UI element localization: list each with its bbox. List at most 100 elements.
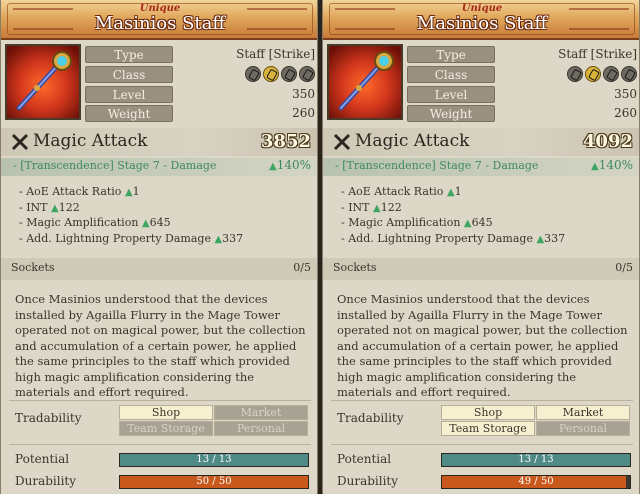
stat-weight-label: Weight [407,105,495,122]
bonus-label: - Add. Lightning Property Damage [19,231,211,245]
durability-value: 50 / 50 [196,476,232,487]
item-name: Masinios Staff [416,13,548,34]
up-arrow-icon: ▲ [446,187,455,198]
durability-label: Durability [15,474,77,488]
durability-row: Durability 49 / 50 [323,472,639,492]
potential-row: Potential 13 / 13 [1,450,317,470]
sword-class-icon [567,66,583,82]
stat-level-row: Level 350 [85,86,315,104]
trade-team-storage: Team Storage [119,421,213,436]
stat-level-value: 350 [292,87,315,101]
up-arrow-icon: ▲ [141,218,150,229]
stat-class-row: Class [407,66,637,84]
class-icons [243,66,315,84]
stat-weight-value: 260 [614,106,637,120]
divider [9,444,311,445]
magic-attack-label: Magic Attack [33,131,148,151]
up-arrow-icon: ▲ [51,202,59,214]
trade-market: Market [536,405,630,420]
transcendence-value-text: 140% [276,158,311,172]
item-name: Masinios Staff [94,13,226,34]
bonus-label: - INT [19,200,48,214]
bonus-item: - Add. Lightning Property Damage ▲337 [19,231,309,247]
bonus-value: 1 [132,185,140,198]
trade-shop: Shop [119,405,213,420]
tradability-grid: Shop Market Team Storage Personal [441,405,631,437]
bonus-value: 337 [544,231,566,245]
stat-type-value: Staff [Strike] [558,47,637,61]
transcendence-row: - [Transcendence] Stage 7 - Damage ▲140% [323,158,639,176]
transcendence-label: - [Transcendence] Stage 7 - Damage [13,159,217,172]
transcendence-value: ▲140% [269,158,311,172]
stat-weight-value: 260 [292,106,315,120]
trade-team-storage: Team Storage [441,421,535,436]
transcendence-value: ▲140% [591,158,633,172]
bonus-item: - Add. Lightning Property Damage ▲337 [341,231,631,247]
sockets-value: 0/5 [615,261,633,274]
trade-personal: Personal [214,421,308,436]
bonus-item: - Magic Amplification ▲645 [341,215,631,231]
class-icons [565,66,637,84]
tradability-label: Tradability [15,411,82,425]
potential-bar: 13 / 13 [441,453,631,467]
stat-level-value: 350 [614,87,637,101]
stat-weight-row: Weight 260 [407,105,637,123]
bonus-label: - Magic Amplification [341,216,461,229]
up-arrow-icon: ▲ [268,161,277,172]
magic-attack-label: Magic Attack [355,131,470,151]
tradability-row: Tradability Shop Market Team Storage Per… [323,402,639,438]
tradability-row: Tradability Shop Market Team Storage Per… [1,402,317,438]
stat-type-row: Type Staff [Strike] [407,46,637,64]
bonus-list: - AoE Attack Ratio ▲1 - INT ▲122 - Magic… [19,184,309,246]
potential-label: Potential [15,452,70,466]
bonus-item: - INT ▲122 [19,200,309,216]
divider [9,400,311,401]
stat-type-label: Type [85,46,173,63]
durability-bar: 50 / 50 [119,475,309,489]
sockets-label: Sockets [11,261,55,274]
bonus-item: - INT ▲122 [341,200,631,216]
potential-label: Potential [337,452,392,466]
bonus-list: - AoE Attack Ratio ▲1 - INT ▲122 - Magic… [341,184,631,246]
bow-class-icon [603,66,619,82]
bonus-label: - Magic Amplification [19,216,139,229]
bonus-value: 337 [222,231,244,245]
item-header-banner: Unique Masinios Staff [1,0,317,40]
bonus-item: - Magic Amplification ▲645 [19,215,309,231]
up-arrow-icon: ▲ [373,202,381,214]
durability-label: Durability [337,474,399,488]
crossed-swords-icon [11,133,29,151]
sockets-label: Sockets [333,261,377,274]
durability-value: 49 / 50 [518,476,554,487]
transcendence-row: - [Transcendence] Stage 7 - Damage ▲140% [1,158,317,176]
cross-class-icon [621,66,637,82]
staff-class-icon [585,66,601,82]
durability-bar: 49 / 50 [441,475,631,489]
potential-value: 13 / 13 [196,454,232,465]
potential-bar: 13 / 13 [119,453,309,467]
staff-class-icon [263,66,279,82]
stat-level-label: Level [407,86,495,103]
crossed-swords-icon [333,133,351,151]
item-description: Once Masinios understood that the device… [15,292,306,399]
stat-type-label: Type [407,46,495,63]
stat-weight-row: Weight 260 [85,105,315,123]
trade-market: Market [214,405,308,420]
trade-shop: Shop [441,405,535,420]
up-arrow-icon: ▲ [124,187,133,198]
bonus-value: 122 [380,200,402,214]
potential-row: Potential 13 / 13 [323,450,639,470]
tradability-label: Tradability [337,411,404,425]
bonus-value: 122 [58,200,80,214]
trade-personal: Personal [536,421,630,436]
magic-attack-value: 4092 [582,131,633,152]
item-tooltip-right: Unique Masinios Staff Type Staff [Strike… [322,0,640,494]
item-header-banner: Unique Masinios Staff [323,0,639,40]
transcendence-label: - [Transcendence] Stage 7 - Damage [335,159,539,172]
stat-class-row: Class [85,66,315,84]
bonus-value: 645 [471,216,493,229]
bonus-label: - AoE Attack Ratio [19,185,122,198]
bow-class-icon [281,66,297,82]
cross-class-icon [299,66,315,82]
divider [331,400,633,401]
